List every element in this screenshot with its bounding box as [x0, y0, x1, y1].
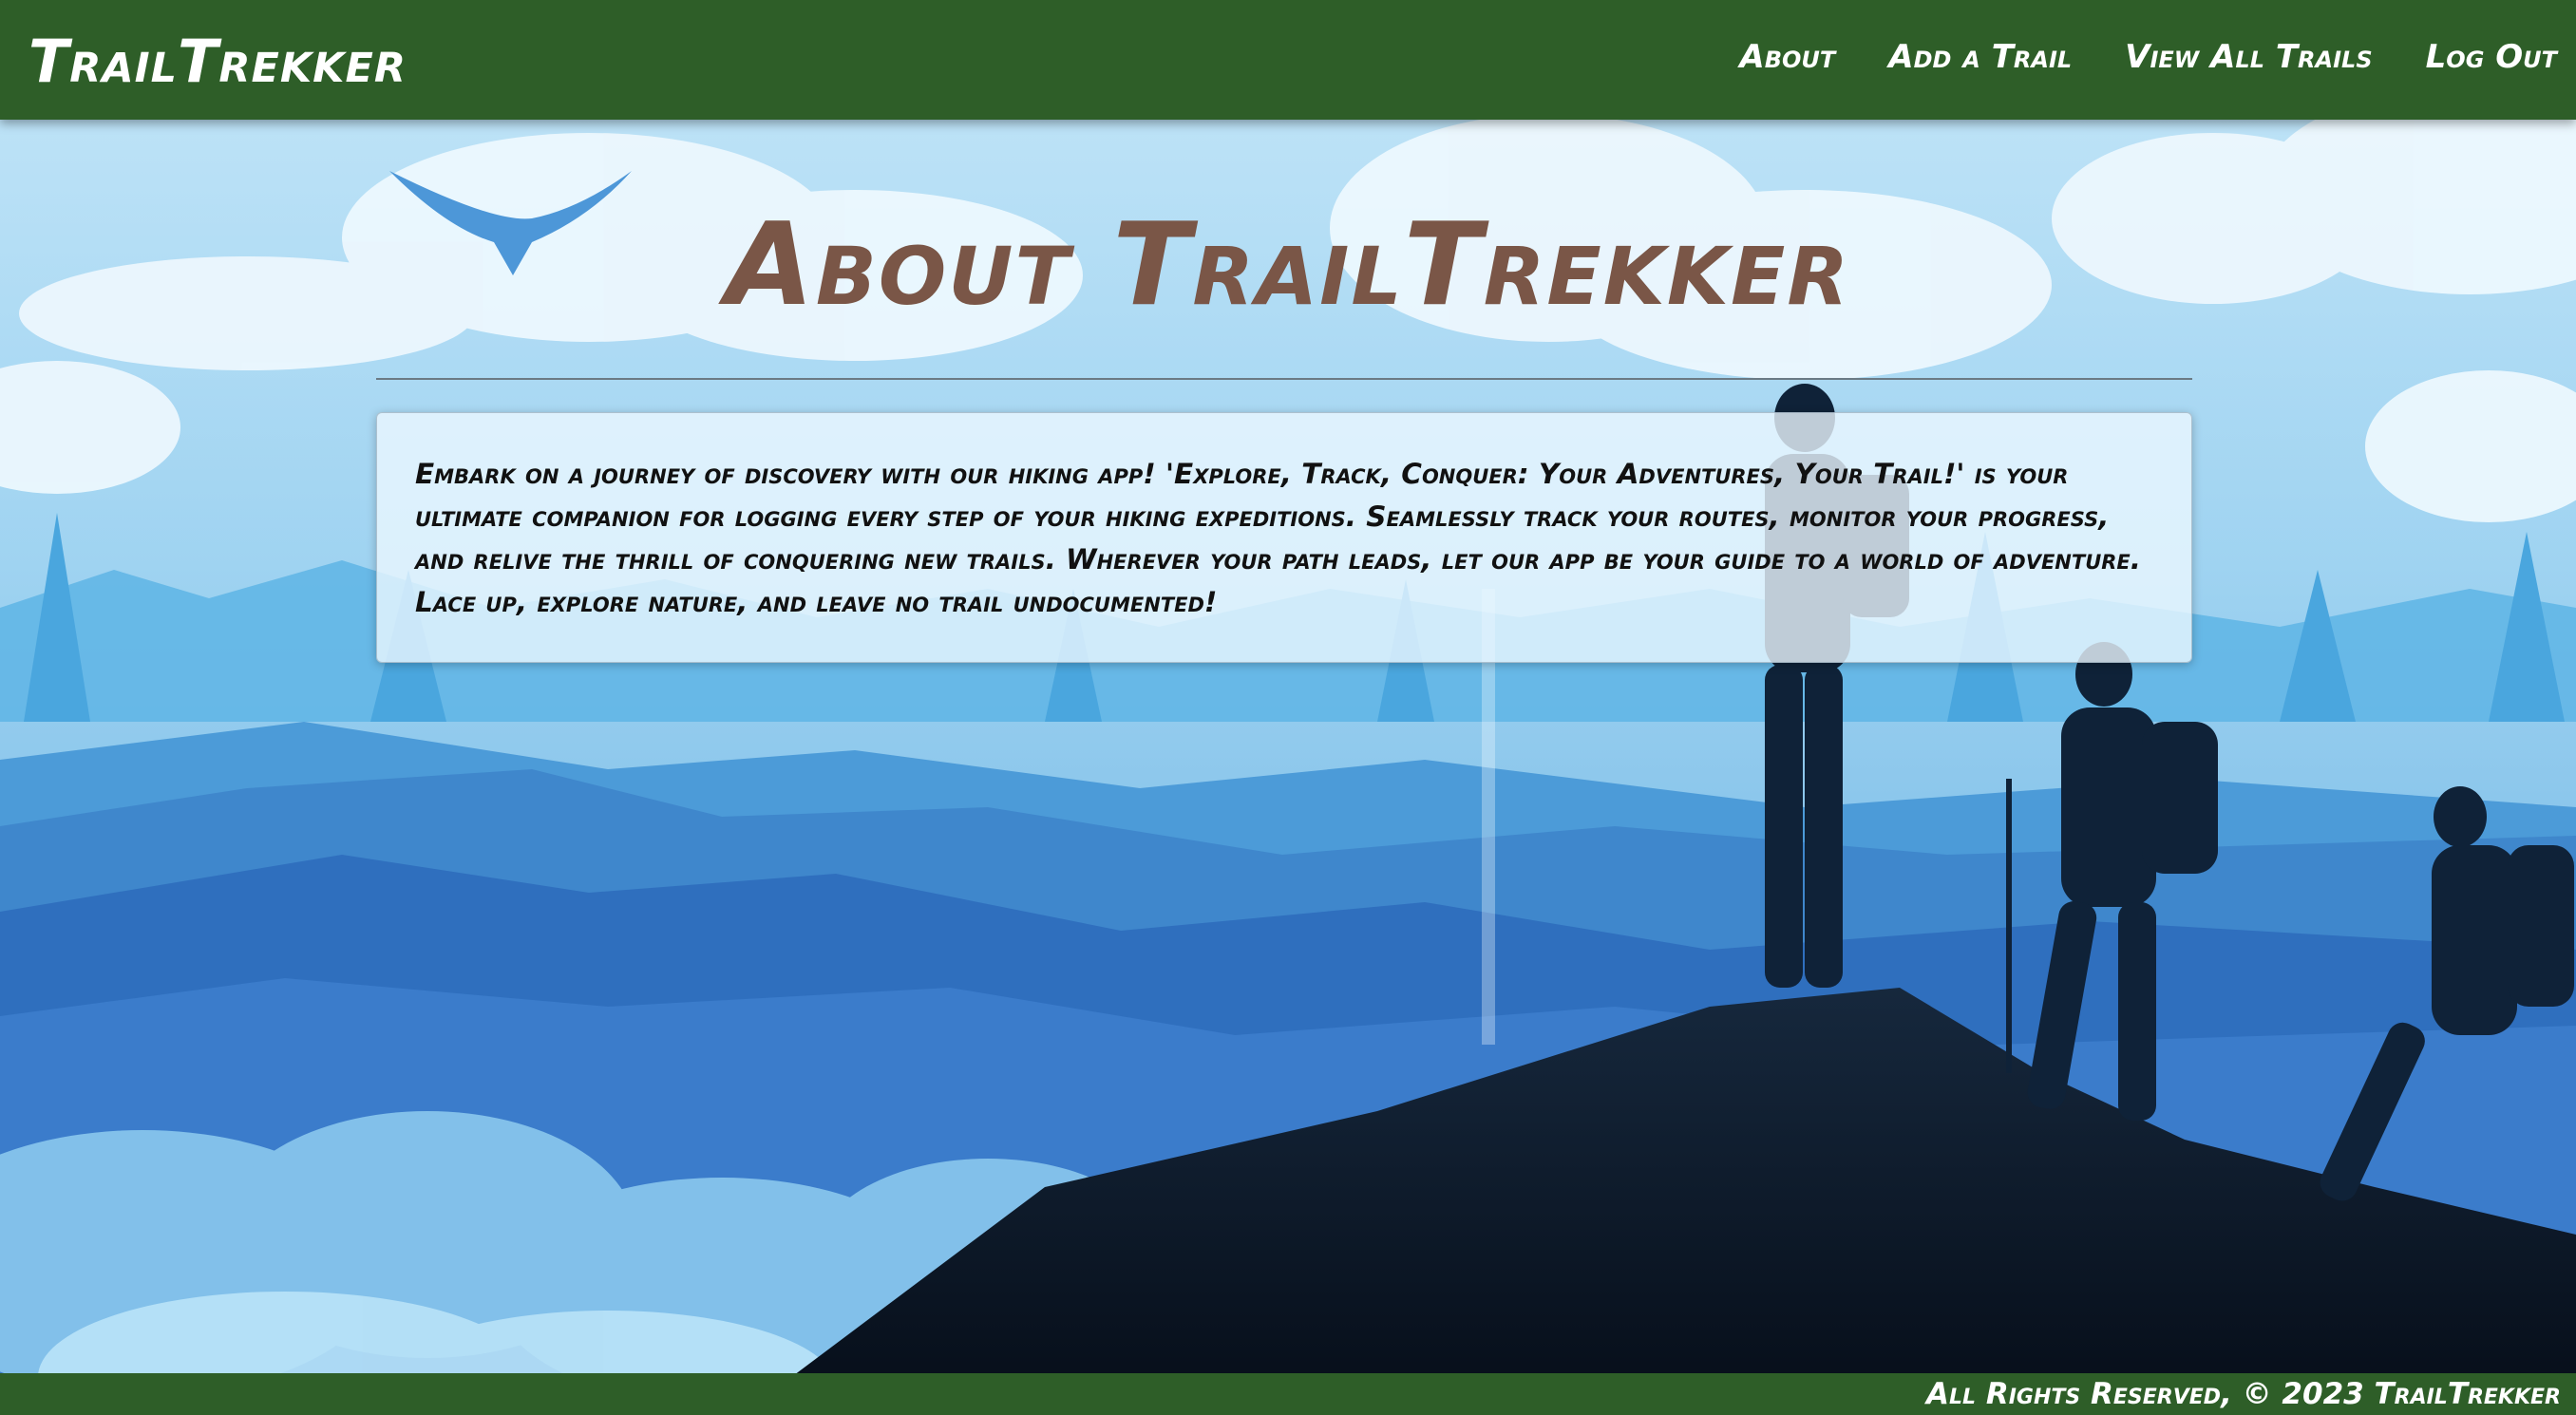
nav-link-view-all-trails[interactable]: View All Trails: [2125, 38, 2372, 76]
about-card: Embark on a journey of discovery with ou…: [376, 412, 2192, 663]
nav-link-about[interactable]: About: [1739, 38, 1835, 76]
nav-links: About Add a Trail View All Trails Log Ou…: [1739, 38, 2557, 76]
brand-logo[interactable]: TrailTrekker: [28, 27, 407, 96]
page-title: About TrailTrekker: [725, 199, 1851, 331]
footer: All Rights Reserved, © 2023 TrailTrekker: [0, 1373, 2576, 1415]
navbar: TrailTrekker About Add a Trail View All …: [0, 0, 2576, 120]
title-divider: [376, 378, 2192, 380]
nav-link-add-trail[interactable]: Add a Trail: [1888, 38, 2072, 76]
about-description: Embark on a journey of discovery with ou…: [415, 458, 2141, 618]
nav-link-log-out[interactable]: Log Out: [2426, 38, 2557, 76]
footer-copyright: All Rights Reserved, © 2023 TrailTrekker: [1926, 1377, 2561, 1411]
